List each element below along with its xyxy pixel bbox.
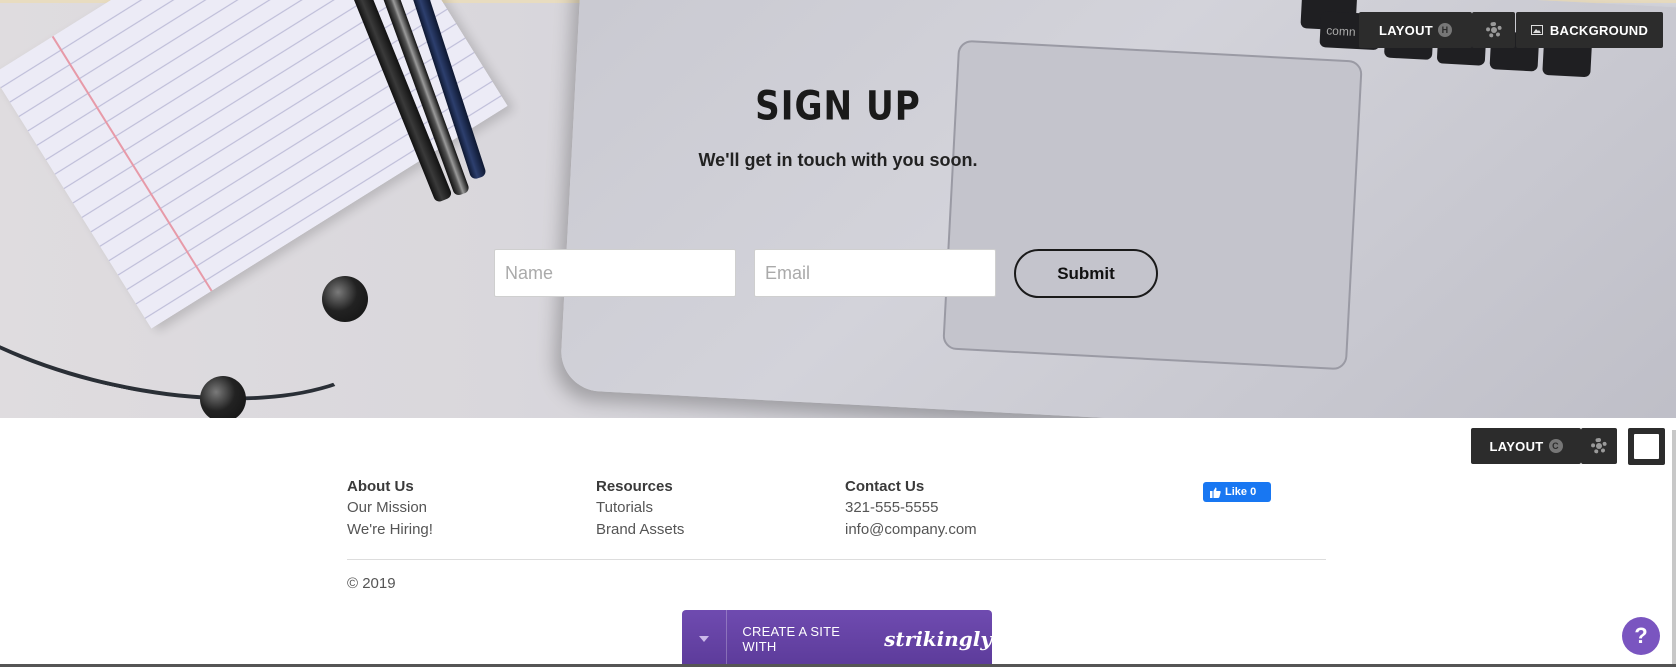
- footer-column-about: About Us Our Mission We're Hiring!: [347, 478, 433, 543]
- chevron-down-icon[interactable]: [682, 610, 728, 667]
- footer-column-heading: Contact Us: [845, 478, 925, 495]
- signup-title: SIGN UP: [755, 82, 921, 130]
- signup-hero-section: comn SIGN UP We'll get in touch with you…: [0, 0, 1676, 418]
- email-input[interactable]: [754, 249, 996, 297]
- footer-link-tutorials[interactable]: Tutorials: [596, 499, 684, 516]
- footer-link-were-hiring[interactable]: We're Hiring!: [347, 521, 433, 538]
- footer-column-heading: Resources: [596, 478, 673, 495]
- footer-divider: [347, 559, 1326, 560]
- submit-button[interactable]: Submit: [1014, 249, 1158, 298]
- footer-link-brand-assets[interactable]: Brand Assets: [596, 521, 684, 538]
- background-earbud: [322, 276, 368, 322]
- footer-settings-button[interactable]: [1581, 428, 1617, 464]
- footer-layout-badge: C: [1548, 439, 1563, 453]
- footer-link-phone[interactable]: 321-555-5555: [845, 499, 977, 516]
- keyboard-key-label: comn: [1325, 23, 1356, 39]
- footer-layout-label: LAYOUT: [1489, 438, 1544, 454]
- copyright-text: © 2019: [347, 575, 396, 592]
- hero-layout-badge: H: [1438, 23, 1453, 37]
- background-earbud: [200, 376, 246, 418]
- thumbs-up-icon: [1210, 487, 1221, 498]
- question-icon: ?: [1634, 623, 1648, 648]
- strikingly-logo: strikingly: [884, 626, 992, 651]
- footer-link-email[interactable]: info@company.com: [845, 521, 977, 538]
- footer-settings-toolbar: [1581, 428, 1617, 464]
- footer-column-heading: About Us: [347, 478, 414, 495]
- footer-style-toolbar: [1628, 428, 1665, 465]
- hero-settings-toolbar: [1472, 12, 1515, 48]
- gear-icon: [1485, 22, 1502, 38]
- image-icon: [1530, 25, 1543, 35]
- footer-layout-button[interactable]: LAYOUT C: [1471, 428, 1581, 464]
- signup-subtitle: We'll get in touch with you soon.: [698, 150, 978, 170]
- create-site-text: CREATE A SITE WITH: [742, 623, 841, 654]
- background-label: BACKGROUND: [1549, 22, 1649, 38]
- footer-layout-toolbar: LAYOUT C: [1471, 428, 1581, 464]
- hero-background-toolbar: BACKGROUND: [1516, 12, 1663, 48]
- hero-settings-button[interactable]: [1472, 12, 1515, 48]
- footer-link-our-mission[interactable]: Our Mission: [347, 499, 433, 516]
- scrollbar[interactable]: [1672, 430, 1676, 667]
- gear-icon: [1591, 438, 1607, 454]
- hero-layout-button[interactable]: LAYOUT H: [1359, 12, 1472, 48]
- hero-layout-toolbar: LAYOUT H: [1359, 12, 1472, 48]
- footer-column-contact: Contact Us 321-555-5555 info@company.com: [845, 478, 977, 543]
- name-input[interactable]: [494, 249, 736, 297]
- facebook-like-label: Like 0: [1225, 486, 1257, 498]
- background-button[interactable]: BACKGROUND: [1516, 12, 1663, 48]
- footer-style-button[interactable]: [1634, 434, 1659, 459]
- help-button[interactable]: ?: [1622, 617, 1660, 655]
- hero-layout-label: LAYOUT: [1378, 22, 1434, 38]
- footer-column-resources: Resources Tutorials Brand Assets: [596, 478, 684, 543]
- create-site-banner[interactable]: CREATE A SITE WITH strikingly: [682, 610, 992, 667]
- facebook-like-button[interactable]: Like 0: [1203, 482, 1271, 502]
